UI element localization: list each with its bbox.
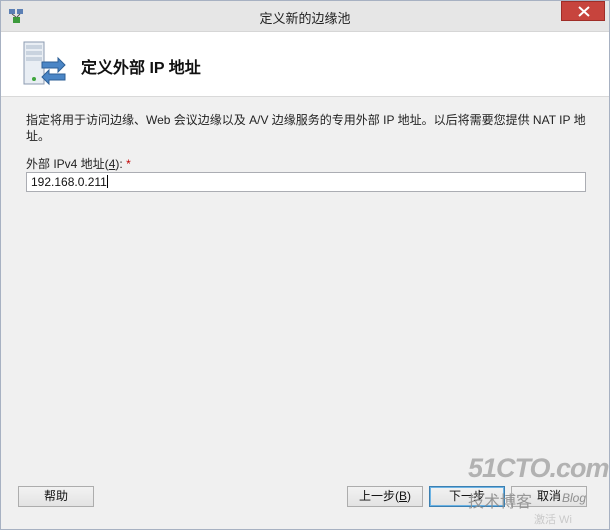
watermark-subtitle: 技术博客	[468, 494, 533, 511]
close-icon	[578, 6, 590, 17]
server-arrows-icon	[20, 40, 68, 88]
dialog-window: 定义新的边缘池 定义外部 IP 地址 指定将用于访问边缘、Web 会议边缘以及 …	[0, 0, 610, 530]
text-caret	[106, 175, 108, 188]
previous-button[interactable]: 上一步(B)	[347, 486, 423, 507]
close-button[interactable]	[561, 1, 605, 21]
required-marker: *	[126, 157, 131, 171]
watermark-logo: 51CTO.com	[468, 453, 610, 483]
page-title: 定义外部 IP 地址	[81, 60, 201, 77]
ipv4-address-input[interactable]: 192.168.0.211	[26, 172, 586, 192]
watermark-blog: Blog	[562, 491, 587, 505]
watermark-activation: 激活 Wi	[534, 514, 572, 526]
watermark: 51CTO.com 技术博客 Blog 激活 Wi	[456, 453, 610, 526]
previous-label-prefix: 上一步(	[358, 489, 399, 503]
window-title: 定义新的边缘池	[259, 11, 351, 26]
page-header: 定义外部 IP 地址	[1, 32, 609, 97]
ipv4-field-label: 外部 IPv4 地址(4): *	[26, 155, 131, 172]
ipv4-address-value: 192.168.0.211	[31, 175, 107, 189]
label-suffix: ):	[115, 157, 123, 171]
previous-hotkey: B	[398, 489, 407, 503]
help-button[interactable]: 帮助	[18, 486, 94, 507]
label-prefix: 外部 IPv4 地址(	[26, 157, 109, 171]
description-text: 指定将用于访问边缘、Web 会议边缘以及 A/V 边缘服务的专用外部 IP 地址…	[26, 113, 586, 143]
title-bar[interactable]: 定义新的边缘池	[1, 1, 609, 32]
previous-label-suffix: )	[407, 489, 411, 503]
